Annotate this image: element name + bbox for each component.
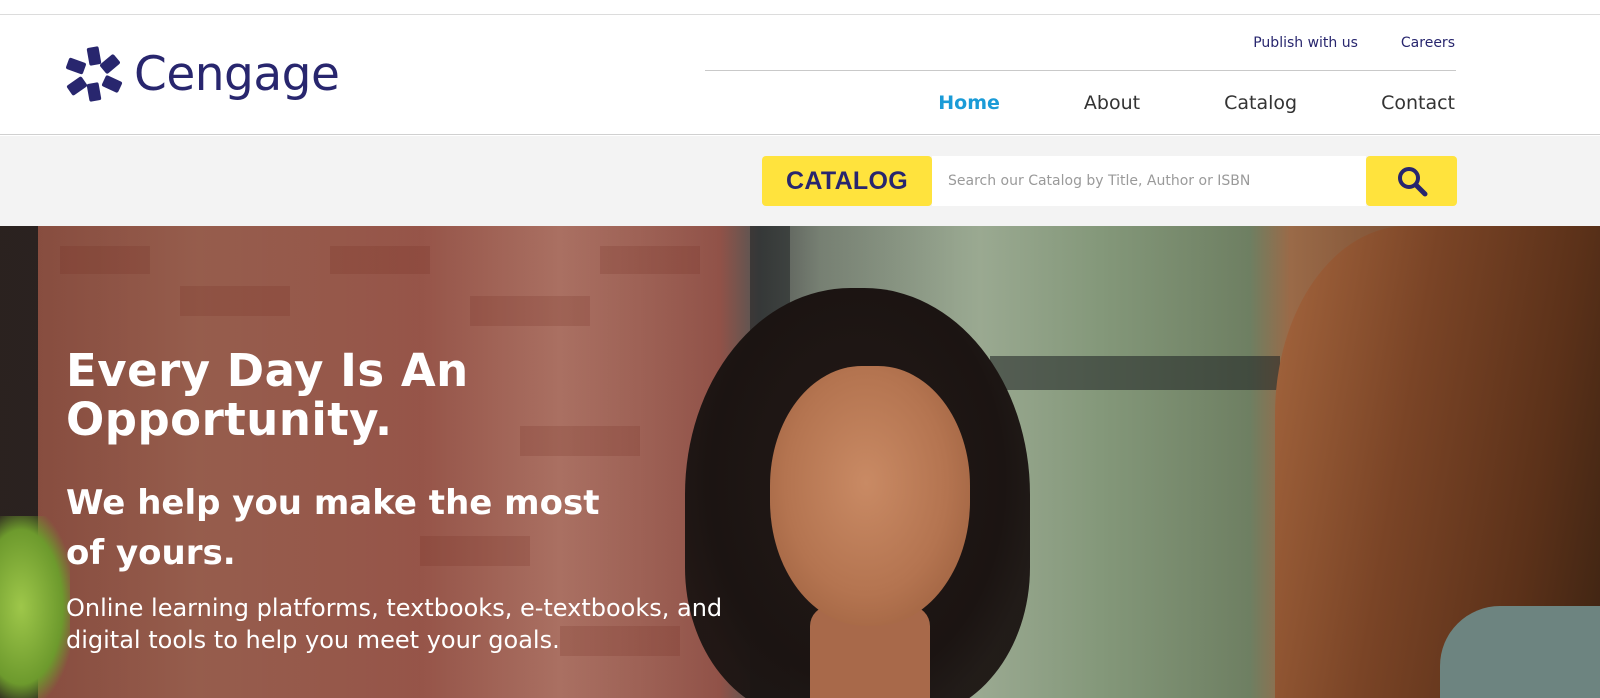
hero-text-block: Every Day Is An Opportunity. We help you… <box>66 346 826 656</box>
nav-link-about[interactable]: About <box>1084 92 1140 114</box>
hero-title-line1: Every Day Is An <box>66 344 469 397</box>
util-link-publish[interactable]: Publish with us <box>1253 35 1358 51</box>
nav-link-catalog[interactable]: Catalog <box>1224 92 1297 114</box>
utility-nav: Publish with us Careers <box>1253 35 1455 51</box>
cengage-logo-mark-icon <box>66 46 123 102</box>
search-icon <box>1397 167 1427 197</box>
hero-banner: Every Day Is An Opportunity. We help you… <box>0 226 1600 698</box>
cengage-logo[interactable]: Cengage <box>64 45 340 105</box>
hero-title-line2: Opportunity. <box>66 393 393 446</box>
main-nav: Home About Catalog Contact <box>854 92 1455 114</box>
catalog-search-input[interactable] <box>932 156 1366 206</box>
catalog-label-button[interactable]: CATALOG <box>762 156 932 206</box>
top-strip <box>0 0 1600 15</box>
hero-subtitle: We help you make the most of yours. <box>66 483 600 573</box>
nav-link-contact[interactable]: Contact <box>1381 92 1455 114</box>
logo-wordmark: Cengage <box>134 47 340 102</box>
hero-description: Online learning platforms, textbooks, e-… <box>66 594 723 654</box>
hero-title: Every Day Is An Opportunity. <box>66 346 826 444</box>
nav-link-home[interactable]: Home <box>938 92 1000 114</box>
search-button[interactable] <box>1366 156 1457 206</box>
nav-divider <box>705 70 1456 71</box>
util-link-careers[interactable]: Careers <box>1401 35 1455 51</box>
catalog-search-bar: CATALOG <box>0 136 1600 226</box>
site-header: Cengage Publish with us Careers Home Abo… <box>0 15 1600 135</box>
